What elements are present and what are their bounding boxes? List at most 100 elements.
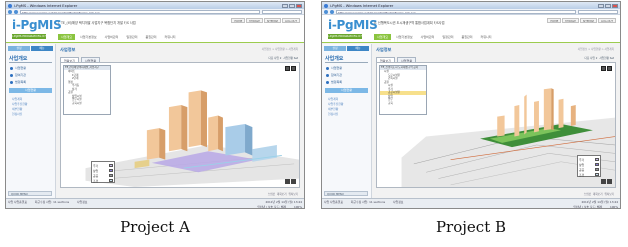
sidebar-sub-item[interactable]: 세부현황 — [328, 107, 365, 111]
zoom-level[interactable]: 100% — [294, 205, 302, 209]
back-icon[interactable] — [324, 9, 328, 14]
quick-menu[interactable]: QUICK MENU — [324, 191, 368, 196]
zoom-in-icon[interactable] — [285, 179, 290, 184]
maximize-button[interactable] — [289, 3, 295, 8]
top-link-home[interactable]: HOME — [547, 18, 562, 23]
legend-label: 조경 — [93, 178, 99, 183]
sidebar-tab[interactable]: 설정 — [8, 46, 30, 51]
forward-icon[interactable] — [14, 9, 18, 14]
camera-icon[interactable] — [285, 66, 290, 71]
minimize-button[interactable] — [598, 3, 604, 8]
nav-item[interactable]: 사업비관리 — [418, 34, 438, 40]
sidebar-link[interactable]: 참여기관 — [10, 73, 51, 77]
sidebar-sub-item[interactable]: 사업계획 — [328, 97, 365, 101]
quick-menu[interactable]: QUICK MENU — [8, 191, 52, 196]
sidebar-button[interactable]: 사업현황 — [325, 88, 368, 93]
nav-item[interactable]: 일정관리 — [439, 34, 456, 40]
tree-item[interactable]: 교육시설 — [64, 102, 110, 106]
sidebar-link[interactable]: 법령목록 — [10, 80, 51, 84]
zoom-out-icon[interactable] — [607, 179, 612, 184]
tower-building — [168, 105, 182, 152]
layer-tree[interactable]: TE_(비)해양택지개발_사업지구 아파트 1단계 2단계 행정 주거동 상가 공원 상업시설… — [63, 65, 111, 115]
nav-item[interactable]: 커뮤니티 — [162, 34, 179, 40]
layer-tree[interactable]: TE_신행복도시 도시재생구역 공사 시설 도로시설물 건축시설 공원 시설 주거 공공시설… — [379, 65, 427, 115]
nav-item[interactable]: 사업개요 — [374, 34, 392, 40]
sidebar-heading: 사업개요 — [325, 55, 368, 63]
project-title: I. TE_(비)해양 택지개발 사업지구 복합단지 개발 F/S 사업 — [58, 21, 136, 25]
main-nav: 사업개요 사업기본정보 사업비관리 일정관리 품질관리 커뮤니티 — [58, 34, 179, 40]
ie-icon — [324, 3, 328, 8]
footer-button[interactable]: 스냅샷 — [268, 192, 275, 196]
sidebar-link[interactable]: 사업현황 — [10, 66, 51, 70]
top-link-sitemap[interactable]: SITEMAP — [579, 18, 598, 23]
toolbar-item[interactable]: 사업현황 Set — [599, 56, 614, 60]
fullscreen-icon[interactable] — [607, 66, 612, 71]
breadcrumb: 사업정보 > 사업현황 > 사업계획 — [577, 48, 614, 51]
fullscreen-icon[interactable] — [291, 66, 296, 71]
top-link-sitemap[interactable]: SITEMAP — [263, 18, 282, 23]
sidebar-tab[interactable]: 메뉴 — [347, 46, 369, 51]
legend-item: 조경 — [93, 178, 113, 183]
nav-item[interactable]: 사업개요 — [58, 34, 76, 40]
zoom-in-icon[interactable] — [601, 179, 606, 184]
footer-button[interactable]: 위치보기 — [604, 192, 614, 196]
toolbar-item[interactable]: 사업현황 Set — [283, 56, 298, 60]
top-link-logout[interactable]: LOG-OUT — [598, 18, 616, 23]
sidebar-sub-item[interactable]: 세부현황 — [12, 107, 49, 111]
window-controls — [598, 3, 618, 8]
search-input[interactable] — [262, 9, 302, 14]
sidebar-sub-item[interactable]: 사업추진현황 — [12, 102, 49, 106]
footer-button[interactable]: 위치보기 — [288, 192, 298, 196]
tree-item[interactable]: 교육 — [380, 102, 426, 106]
sidebar-link-label: 사업현황 — [331, 66, 343, 70]
sidebar-sub-item[interactable]: 사업추진현황 — [328, 102, 365, 106]
maximize-button[interactable] — [605, 3, 611, 8]
sidebar-tabs: 설정 메뉴 — [6, 44, 55, 53]
footer-button[interactable]: 대화보기 — [593, 192, 603, 196]
sidebar-link[interactable]: 사업현황 — [326, 66, 367, 70]
sidebar-sub-item[interactable]: 현장사진 — [328, 112, 365, 116]
zoom-level[interactable]: 100% — [610, 205, 618, 209]
forward-icon[interactable] — [330, 9, 334, 14]
top-link-mypage[interactable]: MYPAGE — [562, 18, 579, 23]
nav-item[interactable]: 커뮤니티 — [478, 34, 495, 40]
bullet-icon — [326, 66, 329, 70]
3d-viewport[interactable]: TE_신행복도시 도시재생구역 공사 시설 도로시설물 건축시설 공원 시설 주거 공공시설… — [376, 62, 616, 188]
nav-item[interactable]: 품질관리 — [458, 34, 475, 40]
sidebar-link-label: 참여기관 — [331, 73, 343, 77]
toolbar-item[interactable]: 다음 사업 2 — [585, 56, 598, 60]
camera-icon[interactable] — [601, 66, 606, 71]
zoom-out-icon[interactable] — [291, 179, 296, 184]
legend-swatch — [109, 174, 113, 177]
close-button[interactable] — [612, 3, 618, 8]
sidebar-button[interactable]: 사업현황 — [9, 88, 52, 93]
sidebar-link[interactable]: 참여기관 — [326, 73, 367, 77]
sidebar-sub-item[interactable]: 현장사진 — [12, 112, 49, 116]
close-button[interactable] — [296, 3, 302, 8]
status-date: 2011년 2월 14일 (월) 13:44 — [265, 199, 302, 204]
sidebar-link[interactable]: 법령목록 — [326, 80, 367, 84]
nav-item[interactable]: 품질관리 — [142, 34, 159, 40]
url-field[interactable]: http://www.pgms.net/main/ikimfind/mframe… — [20, 9, 260, 14]
browser-title: i-PgMS - Windows Internet Explorer — [330, 3, 394, 8]
app-logo[interactable]: i-PgMIS — [12, 18, 62, 32]
sidebar-tab[interactable]: 메뉴 — [31, 46, 53, 51]
top-link-mypage[interactable]: MYPAGE — [246, 18, 263, 23]
nav-item[interactable]: 사업기본정보 — [77, 34, 100, 40]
sidebar-sub-item[interactable]: 사업계획 — [12, 97, 49, 101]
back-icon[interactable] — [8, 9, 12, 14]
top-link-home[interactable]: HOME — [231, 18, 246, 23]
footer-button[interactable]: 스냅샷 — [584, 192, 591, 196]
minimize-button[interactable] — [282, 3, 288, 8]
app-logo[interactable]: i-PgMIS — [328, 18, 378, 32]
top-link-logout[interactable]: LOG-OUT — [282, 18, 300, 23]
toolbar-item[interactable]: 다음 사업 2 — [269, 56, 282, 60]
nav-item[interactable]: 일정관리 — [123, 34, 140, 40]
footer-button[interactable]: 대화보기 — [277, 192, 287, 196]
sidebar-tab[interactable]: 설정 — [324, 46, 346, 51]
3d-viewport[interactable]: TE_(비)해양택지개발_사업지구 아파트 1단계 2단계 행정 주거동 상가 공원 상업시설… — [60, 62, 300, 188]
search-input[interactable] — [578, 9, 618, 14]
url-field[interactable]: http://www.pgms.net/main/ikimfind/mframe… — [336, 9, 576, 14]
nav-item[interactable]: 사업비관리 — [102, 34, 122, 40]
nav-item[interactable]: 사업기본정보 — [393, 34, 416, 40]
